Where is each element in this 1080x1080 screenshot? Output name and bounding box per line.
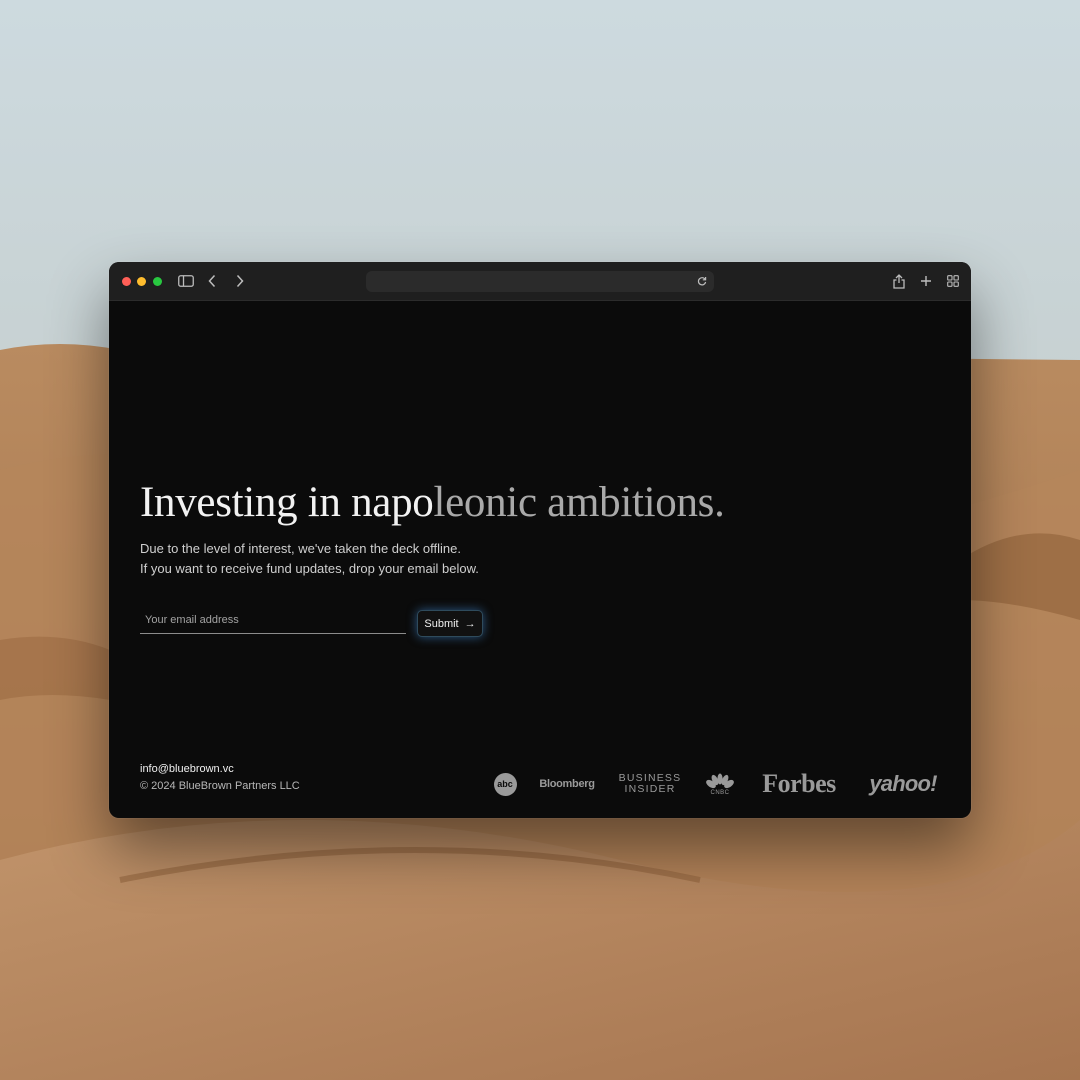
submit-label: Submit (424, 617, 459, 630)
arrow-right-icon: → (464, 617, 476, 630)
press-logo-yahoo: yahoo! (869, 771, 937, 796)
press-logo-cnbc: CNBC (703, 766, 737, 802)
nbc-peacock-icon (706, 773, 734, 788)
press-logo-abc: abc (493, 766, 517, 802)
back-icon[interactable] (202, 271, 222, 291)
share-icon[interactable] (889, 271, 909, 291)
bronze-asterisk-icon (239, 321, 327, 409)
description-line-1: Due to the level of interest, we've take… (140, 541, 461, 556)
page-title: Investing in napoleonic ambitions. (140, 477, 725, 529)
close-window-button[interactable] (122, 277, 131, 286)
submit-button[interactable]: Submit → (417, 610, 483, 637)
page-description: Due to the level of interest, we've take… (140, 539, 479, 578)
browser-toolbar (109, 262, 971, 301)
web-page: Investing in napoleonic ambitions. Due t… (109, 301, 971, 818)
press-logo-bloomberg: Bloomberg (539, 778, 595, 790)
cnbc-wordmark: CNBC (710, 789, 730, 796)
reload-icon[interactable] (694, 273, 710, 289)
browser-window: Investing in napoleonic ambitions. Due t… (109, 262, 971, 818)
forward-icon[interactable] (230, 271, 250, 291)
press-logo-forbes: Forbes (762, 769, 836, 798)
contact-email-link[interactable]: info@bluebrown.vc (140, 761, 300, 778)
business-insider-line-2: INSIDER (624, 783, 676, 795)
copyright-text: © 2024 BlueBrown Partners LLC (140, 780, 300, 792)
abc-logo-icon: abc (493, 772, 517, 796)
minimize-window-button[interactable] (137, 277, 146, 286)
new-tab-icon[interactable] (916, 271, 936, 291)
headline-main: Investing in napo (140, 479, 434, 526)
email-field[interactable] (140, 606, 406, 634)
tab-overview-icon[interactable] (943, 271, 963, 291)
blue-asterisk-icon (140, 321, 228, 409)
press-logo-business-insider: BUSINESS INSIDER (614, 766, 686, 802)
sidebar-toggle-icon[interactable] (176, 271, 196, 291)
headline-accent: leonic ambitions. (433, 479, 725, 526)
footer-contact: info@bluebrown.vc © 2024 BlueBrown Partn… (140, 761, 300, 795)
bluebrown-logo (140, 321, 327, 409)
description-line-2: If you want to receive fund updates, dro… (140, 560, 479, 576)
address-bar[interactable] (366, 271, 714, 292)
zoom-window-button[interactable] (153, 277, 162, 286)
